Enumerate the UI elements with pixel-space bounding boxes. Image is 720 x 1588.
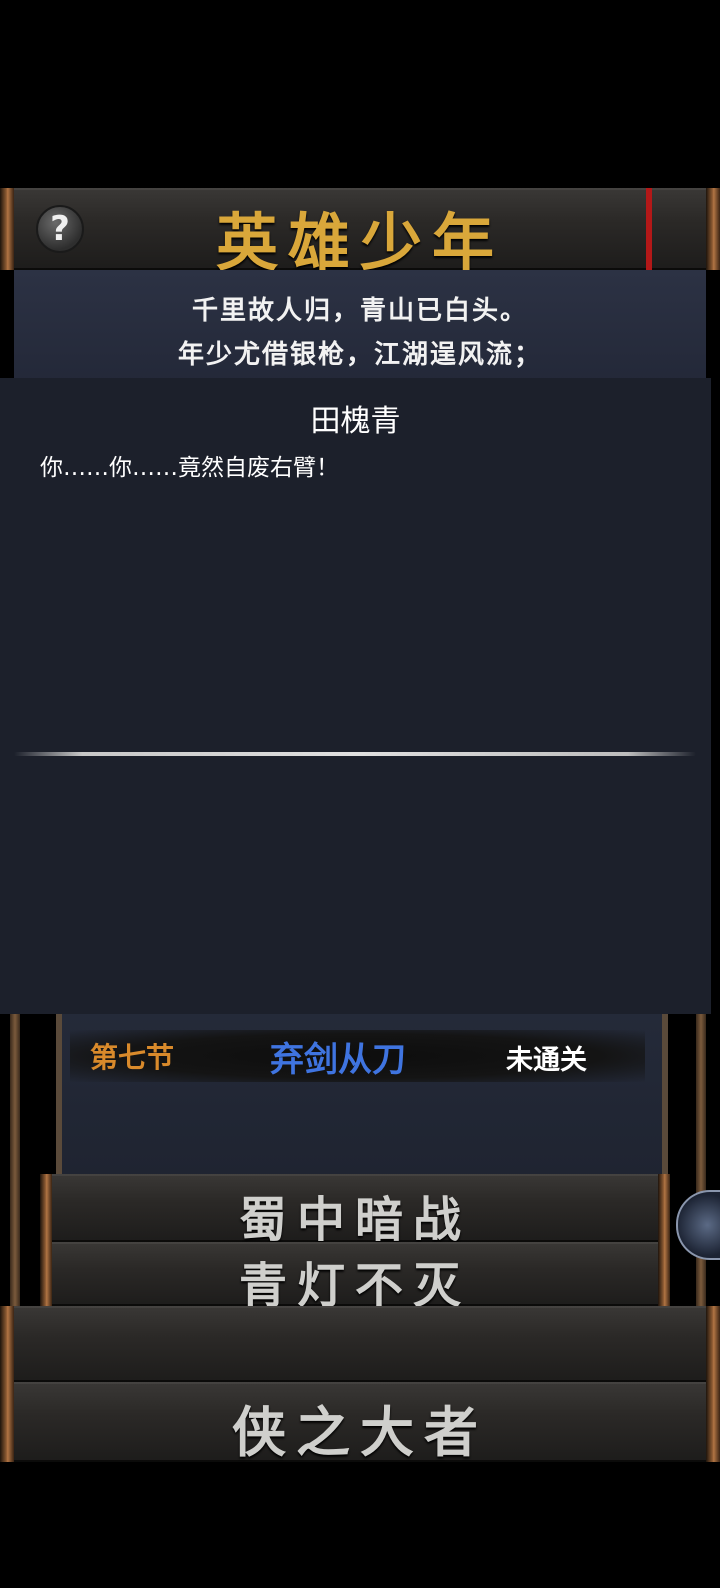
bottom-bar[interactable]: 侠之大者 [0, 1382, 720, 1464]
side-badge-icon[interactable] [676, 1190, 720, 1260]
stage-item[interactable]: 青灯不灭 [40, 1242, 670, 1314]
dialog-speaker: 田槐青 [310, 404, 401, 439]
stage-item[interactable]: 蜀中暗战 [40, 1174, 670, 1248]
chapter-status: 未通关 [506, 1045, 587, 1076]
chapter-section-label: 第七节 [90, 1041, 175, 1074]
dialog-text: 你……你……竟然自废右臂！ [40, 455, 339, 481]
header-bar: 英雄少年 [0, 188, 720, 279]
help-button[interactable]: ? [36, 205, 84, 253]
frame-post-left [10, 1014, 20, 1306]
poem-line: 千里故人归，青山已白头。 [191, 296, 528, 326]
page-title: 英雄少年 [215, 206, 504, 279]
rod-end-left [0, 1306, 14, 1382]
stage-label: 蜀中暗战 [238, 1192, 471, 1248]
chapter-name[interactable]: 弃剑从刀 [270, 1032, 406, 1081]
rod-end-right [706, 1306, 720, 1382]
bottom-title: 侠之大者 [232, 1400, 488, 1464]
poem-line: 年少尤借银枪，江湖逞风流； [177, 340, 542, 370]
frame-post-right [696, 1014, 706, 1306]
brush-divider [14, 752, 696, 756]
dialog-box[interactable]: 田槐青 你……你……竟然自废右臂！ [0, 378, 711, 1014]
empty-rod [0, 1306, 720, 1382]
poem-area: 千里故人归，青山已白头。 年少尤借银枪，江湖逞风流； [14, 270, 706, 385]
